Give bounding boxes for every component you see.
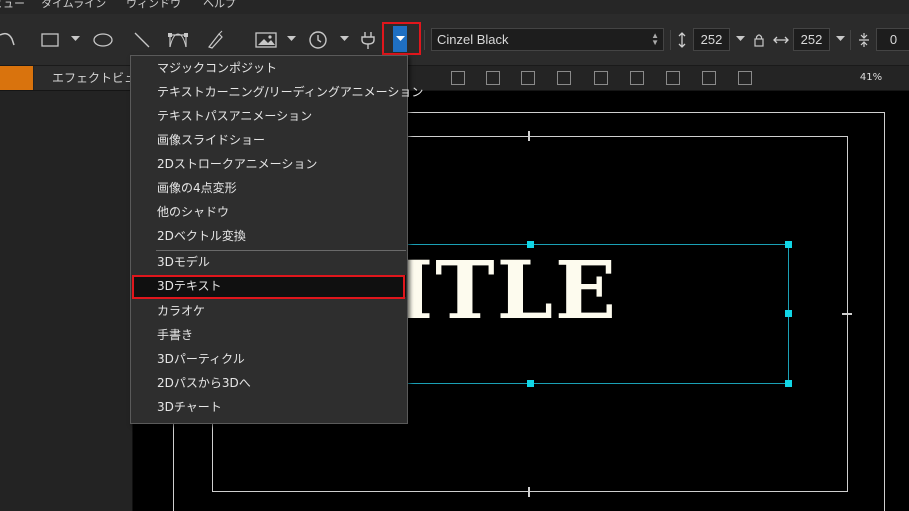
chevron-down-icon[interactable]: [286, 34, 296, 44]
selection-tool-icon[interactable]: [0, 30, 16, 50]
menu-item-other-shadow[interactable]: 他のシャドウ: [132, 201, 406, 223]
resize-handle-top-right[interactable]: [785, 241, 792, 248]
menu-item-image-slideshow[interactable]: 画像スライドショー: [132, 129, 406, 151]
chevron-down-icon[interactable]: [70, 34, 80, 44]
image-icon[interactable]: [255, 30, 277, 50]
same-width-icon[interactable]: [702, 71, 716, 85]
frame-center-tick-bottom: [528, 487, 530, 497]
rectangle-icon[interactable]: [40, 31, 60, 49]
chevron-down-icon[interactable]: [735, 34, 745, 44]
resize-handle-top[interactable]: [527, 241, 534, 248]
spin-arrows-icon[interactable]: ▲ ▼: [651, 32, 659, 47]
resize-handle-bottom[interactable]: [527, 380, 534, 387]
menu-view[interactable]: ビュー: [0, 0, 25, 11]
menu-item-3d-model[interactable]: 3Dモデル: [132, 251, 406, 273]
menu-item-3d-chart[interactable]: 3Dチャート: [132, 396, 406, 418]
chevron-down-icon[interactable]: [339, 34, 349, 44]
align-center-icon[interactable]: [486, 71, 500, 85]
menu-item-handwriting[interactable]: 手書き: [132, 324, 406, 346]
menu-window[interactable]: ウィンドウ: [126, 0, 181, 11]
font-family-value: Cinzel Black: [437, 32, 509, 47]
frame-center-tick-top: [528, 131, 530, 141]
menu-item-text-kerning-animation[interactable]: テキストカーニング/リーディングアニメーション: [132, 81, 423, 103]
line-icon[interactable]: [132, 30, 152, 50]
bezier-icon[interactable]: [167, 29, 189, 51]
menu-item-2d-path-to-3d[interactable]: 2Dパスから3Dへ: [132, 372, 406, 394]
fit-frame-icon[interactable]: [738, 71, 752, 85]
menu-item-2d-stroke-animation[interactable]: 2Dストロークアニメーション: [132, 153, 406, 175]
menu-item-3d-text[interactable]: 3Dテキスト: [132, 275, 406, 297]
menu-item-image-4-point-transform[interactable]: 画像の4点変形: [132, 177, 406, 199]
menu-help[interactable]: ヘルプ: [203, 0, 236, 11]
width-input[interactable]: 252: [793, 28, 830, 51]
width-arrows-icon: [772, 31, 790, 49]
distribute-vertical-icon[interactable]: [630, 71, 644, 85]
font-family-select[interactable]: Cinzel Black ▲ ▼: [431, 28, 664, 51]
align-left-icon[interactable]: [451, 71, 465, 85]
spacing-input[interactable]: 0: [876, 28, 909, 51]
tab-effect-view[interactable]: エフェクトビュー: [34, 66, 134, 90]
menu-timeline[interactable]: タイムライン: [41, 0, 106, 11]
distribute-horizontal-icon[interactable]: [594, 71, 608, 85]
frame-center-tick-right: [842, 313, 852, 315]
menu-bar: ビュー タイムライン ウィンドウ ヘルプ: [0, 0, 909, 14]
clock-icon[interactable]: [307, 29, 329, 51]
ellipse-icon[interactable]: [92, 31, 114, 49]
tools-dropdown-menu: マジックコンポジット テキストカーニング/リーディングアニメーション テキストパ…: [130, 55, 423, 424]
resize-handle-right[interactable]: [785, 310, 792, 317]
pen-icon[interactable]: [205, 29, 227, 51]
menu-item-3d-particle[interactable]: 3Dパーティクル: [132, 348, 406, 370]
same-height-icon[interactable]: [666, 71, 680, 85]
menu-item-karaoke[interactable]: カラオケ: [132, 300, 406, 322]
menu-item-text-path-animation[interactable]: テキストパスアニメーション: [132, 105, 406, 127]
lock-icon[interactable]: [752, 31, 766, 49]
height-input[interactable]: 252: [693, 28, 730, 51]
menu-item-2d-vector-transform[interactable]: 2Dベクトル変換: [132, 225, 406, 247]
menu-item-magic-composite[interactable]: マジックコンポジット: [132, 57, 406, 79]
spacing-icon: [856, 31, 872, 49]
resize-handle-bottom-right[interactable]: [785, 380, 792, 387]
align-bottom-icon[interactable]: [557, 71, 571, 85]
left-panel: [0, 91, 133, 511]
chevron-down-icon: [395, 36, 405, 41]
active-panel-tab[interactable]: [0, 66, 33, 90]
height-arrows-icon: [675, 31, 689, 49]
align-middle-icon[interactable]: [521, 71, 535, 85]
selection-box: [393, 244, 789, 384]
chevron-down-icon[interactable]: [835, 34, 845, 44]
more-tools-dropdown-button[interactable]: [393, 26, 407, 52]
zoom-level[interactable]: 41%: [856, 68, 886, 88]
plugin-icon[interactable]: [358, 29, 380, 51]
